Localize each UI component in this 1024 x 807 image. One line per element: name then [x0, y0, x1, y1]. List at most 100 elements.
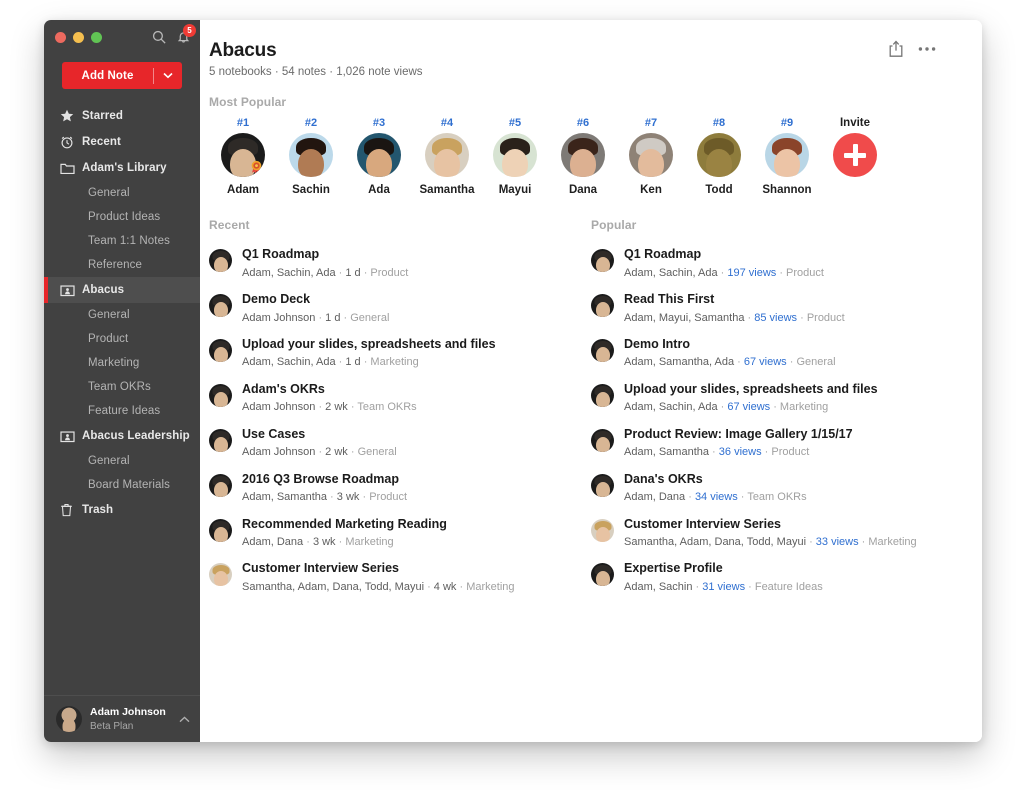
- close-window-button[interactable]: [55, 31, 66, 43]
- list-item-notebook[interactable]: Marketing: [345, 536, 393, 548]
- sidebar-user-account[interactable]: Adam Johnson Beta Plan: [44, 695, 200, 742]
- list-item-notebook[interactable]: Marketing: [370, 356, 418, 368]
- avatar[interactable]: [697, 133, 741, 177]
- list-item[interactable]: Q1 Roadmap Adam, Sachin, Ada · 1 d · Prod…: [209, 241, 591, 286]
- list-item-notebook[interactable]: Team OKRs: [357, 401, 416, 413]
- invite-button[interactable]: [833, 133, 877, 177]
- search-icon[interactable]: [152, 30, 166, 44]
- person-adam[interactable]: #1 Adam: [209, 117, 277, 196]
- sidebar-item-team-okrs[interactable]: Team OKRs: [44, 375, 200, 399]
- sidebar-item-starred[interactable]: Starred: [44, 103, 200, 129]
- list-item[interactable]: Q1 Roadmap Adam, Sachin, Ada · 197 views …: [591, 241, 973, 286]
- list-item-notebook[interactable]: General: [796, 356, 835, 368]
- avatar[interactable]: [425, 133, 469, 177]
- sidebar-item-recent[interactable]: Recent: [44, 129, 200, 155]
- list-item[interactable]: Dana's OKRs Adam, Dana · 34 views · Team …: [591, 466, 973, 511]
- person-todd[interactable]: #8 Todd: [685, 117, 753, 196]
- share-icon[interactable]: [888, 40, 904, 58]
- sidebar-item-trash[interactable]: Trash: [44, 497, 200, 523]
- list-item[interactable]: 2016 Q3 Browse Roadmap Adam, Samantha · 3…: [209, 466, 591, 511]
- sidebar-item-marketing[interactable]: Marketing: [44, 351, 200, 375]
- person-sachin[interactable]: #2 Sachin: [277, 117, 345, 196]
- sidebar-item-general[interactable]: General: [44, 303, 200, 327]
- chevron-down-icon[interactable]: [154, 72, 182, 79]
- list-item-title[interactable]: Upload your slides, spreadsheets and fil…: [624, 382, 878, 398]
- list-item[interactable]: Product Review: Image Gallery 1/15/17 Ada…: [591, 421, 973, 466]
- list-item-views[interactable]: 197 views: [727, 267, 776, 279]
- person-ken[interactable]: #7 Ken: [617, 117, 685, 196]
- list-item-title[interactable]: Demo Intro: [624, 337, 836, 353]
- avatar[interactable]: [765, 133, 809, 177]
- list-item[interactable]: Upload your slides, spreadsheets and fil…: [591, 376, 973, 421]
- list-item-views[interactable]: 34 views: [695, 491, 738, 503]
- list-item-views[interactable]: 36 views: [719, 446, 762, 458]
- sidebar-item-team-1-1-notes[interactable]: Team 1:1 Notes: [44, 229, 200, 253]
- list-item-notebook[interactable]: Marketing: [868, 536, 916, 548]
- list-item-views[interactable]: 31 views: [702, 581, 745, 593]
- zoom-window-button[interactable]: [91, 31, 102, 43]
- avatar[interactable]: [357, 133, 401, 177]
- person-shannon[interactable]: #9 Shannon: [753, 117, 821, 196]
- list-item-title[interactable]: Read This First: [624, 292, 845, 308]
- list-item-title[interactable]: Customer Interview Series: [242, 561, 515, 577]
- list-item-title[interactable]: Demo Deck: [242, 292, 389, 308]
- chevron-up-icon[interactable]: [179, 710, 190, 728]
- add-note-button[interactable]: Add Note: [62, 62, 182, 89]
- list-item-notebook[interactable]: Product: [370, 267, 408, 279]
- list-item-notebook[interactable]: Product: [786, 267, 824, 279]
- list-item-views[interactable]: 67 views: [727, 401, 770, 413]
- person-dana[interactable]: #6 Dana: [549, 117, 617, 196]
- person-ada[interactable]: #3 Ada: [345, 117, 413, 196]
- list-item-title[interactable]: Use Cases: [242, 427, 397, 443]
- list-item-title[interactable]: Adam's OKRs: [242, 382, 417, 398]
- list-item[interactable]: Expertise Profile Adam, Sachin · 31 views…: [591, 555, 973, 600]
- list-item-title[interactable]: Q1 Roadmap: [242, 247, 408, 263]
- list-item-title[interactable]: Upload your slides, spreadsheets and fil…: [242, 337, 496, 353]
- avatar[interactable]: [221, 133, 265, 177]
- list-item-notebook[interactable]: General: [350, 312, 389, 324]
- sidebar-item-adam-s-library[interactable]: Adam's Library: [44, 155, 200, 181]
- sidebar-item-general[interactable]: General: [44, 181, 200, 205]
- sidebar-item-abacus[interactable]: Abacus: [44, 277, 200, 303]
- avatar[interactable]: [629, 133, 673, 177]
- list-item-title[interactable]: 2016 Q3 Browse Roadmap: [242, 472, 407, 488]
- sidebar-item-board-materials[interactable]: Board Materials: [44, 473, 200, 497]
- person-mayui[interactable]: #5 Mayui: [481, 117, 549, 196]
- list-item[interactable]: Recommended Marketing Reading Adam, Dana …: [209, 511, 591, 556]
- list-item[interactable]: Customer Interview Series Samantha, Adam,…: [209, 555, 591, 600]
- list-item[interactable]: Use Cases Adam Johnson · 2 wk · General: [209, 421, 591, 466]
- list-item-notebook[interactable]: Product: [771, 446, 809, 458]
- minimize-window-button[interactable]: [73, 31, 84, 43]
- list-item[interactable]: Customer Interview Series Samantha, Adam,…: [591, 511, 973, 556]
- list-item-notebook[interactable]: Feature Ideas: [755, 581, 823, 593]
- avatar[interactable]: [561, 133, 605, 177]
- avatar[interactable]: [289, 133, 333, 177]
- list-item-notebook[interactable]: Marketing: [466, 581, 514, 593]
- list-item-views[interactable]: 85 views: [754, 312, 797, 324]
- list-item-title[interactable]: Recommended Marketing Reading: [242, 517, 447, 533]
- list-item-title[interactable]: Q1 Roadmap: [624, 247, 824, 263]
- list-item-notebook[interactable]: Product: [369, 491, 407, 503]
- bell-icon[interactable]: 5: [177, 24, 196, 44]
- sidebar-item-reference[interactable]: Reference: [44, 253, 200, 277]
- list-item-title[interactable]: Dana's OKRs: [624, 472, 807, 488]
- sidebar-item-abacus-leadership[interactable]: Abacus Leadership: [44, 423, 200, 449]
- list-item-title[interactable]: Customer Interview Series: [624, 517, 917, 533]
- list-item-title[interactable]: Expertise Profile: [624, 561, 823, 577]
- avatar[interactable]: [493, 133, 537, 177]
- list-item[interactable]: Upload your slides, spreadsheets and fil…: [209, 331, 591, 376]
- list-item[interactable]: Demo Deck Adam Johnson · 1 d · General: [209, 286, 591, 331]
- list-item-notebook[interactable]: Product: [807, 312, 845, 324]
- list-item-views[interactable]: 67 views: [744, 356, 787, 368]
- list-item[interactable]: Read This First Adam, Mayui, Samantha · 8…: [591, 286, 973, 331]
- list-item-notebook[interactable]: Marketing: [780, 401, 828, 413]
- sidebar-item-product-ideas[interactable]: Product Ideas: [44, 205, 200, 229]
- list-item[interactable]: Adam's OKRs Adam Johnson · 2 wk · Team OK…: [209, 376, 591, 421]
- list-item-notebook[interactable]: General: [358, 446, 397, 458]
- sidebar-item-product[interactable]: Product: [44, 327, 200, 351]
- sidebar-item-feature-ideas[interactable]: Feature Ideas: [44, 399, 200, 423]
- list-item-notebook[interactable]: Team OKRs: [747, 491, 806, 503]
- person-samantha[interactable]: #4 Samantha: [413, 117, 481, 196]
- list-item-views[interactable]: 33 views: [816, 536, 859, 548]
- sidebar-item-general[interactable]: General: [44, 449, 200, 473]
